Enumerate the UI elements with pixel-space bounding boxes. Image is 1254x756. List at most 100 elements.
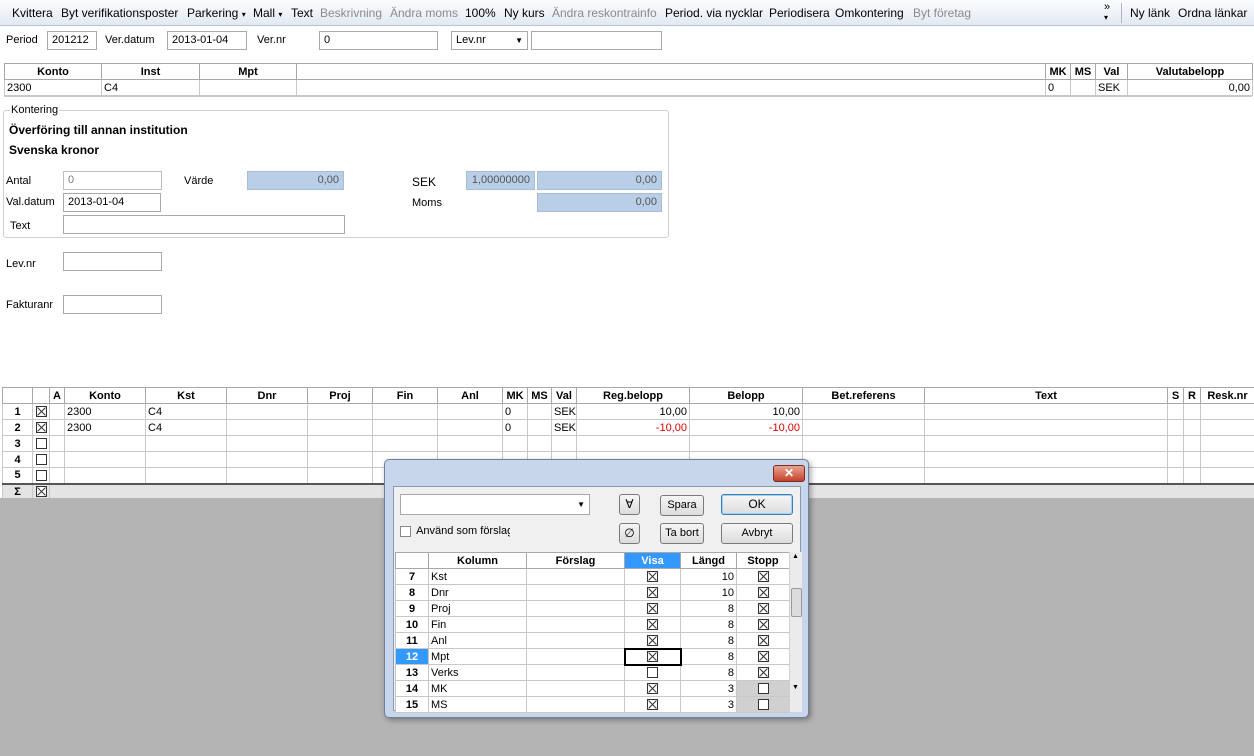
vernr-field[interactable]: 0: [319, 31, 438, 50]
cell-stopp[interactable]: [736, 648, 790, 665]
cell-proj[interactable]: [307, 403, 373, 420]
toolbar-text[interactable]: Text: [291, 6, 313, 20]
col-val[interactable]: Val: [551, 387, 577, 404]
verdatum-field[interactable]: 2013-01-04: [167, 31, 247, 50]
close-button[interactable]: ✕: [773, 465, 805, 482]
cell-a[interactable]: [49, 403, 65, 420]
cell-r[interactable]: [1183, 419, 1201, 436]
cell-anl[interactable]: [437, 419, 503, 436]
scroll-down-icon[interactable]: ▼: [792, 684, 799, 691]
period-field[interactable]: 201212: [47, 31, 97, 50]
cell-forslag[interactable]: [526, 584, 625, 601]
toolbar-periodisera[interactable]: Periodisera: [769, 6, 830, 20]
row-checkbox[interactable]: [32, 451, 50, 468]
row-number[interactable]: 1: [2, 403, 33, 420]
select-all-button[interactable]: ∀: [619, 494, 640, 515]
col-inst[interactable]: Inst: [101, 63, 200, 80]
select-none-button[interactable]: ∅: [619, 523, 640, 544]
cell-betreferens[interactable]: [802, 419, 925, 436]
spara-button[interactable]: Spara: [660, 495, 704, 516]
col-mk[interactable]: MK: [502, 387, 528, 404]
col-konto[interactable]: Konto: [4, 63, 102, 80]
cell-inst[interactable]: C4: [101, 79, 200, 96]
cell-mk[interactable]: 0: [502, 419, 528, 436]
levnr-select[interactable]: Lev.nr ▼: [451, 31, 528, 50]
cell-ms[interactable]: [1070, 79, 1096, 96]
levnr-value-field[interactable]: [531, 31, 662, 50]
cell-forslag[interactable]: [526, 664, 625, 681]
row-checkbox[interactable]: [32, 435, 50, 452]
col-langd[interactable]: Längd: [680, 552, 737, 569]
cell-mk[interactable]: 0: [1045, 79, 1071, 96]
cell-fin[interactable]: [372, 419, 438, 436]
cell-resknr[interactable]: [1200, 419, 1254, 436]
cell-belopp[interactable]: 10,00: [689, 403, 803, 420]
cell-forslag[interactable]: [526, 680, 625, 697]
col-valutabelopp[interactable]: Valutabelopp: [1127, 63, 1253, 80]
cell-val[interactable]: SEK: [551, 419, 577, 436]
avbryt-button[interactable]: Avbryt: [721, 523, 793, 544]
col-ms[interactable]: MS: [527, 387, 552, 404]
cell-konto[interactable]: 2300: [64, 419, 146, 436]
col-konto[interactable]: Konto: [64, 387, 146, 404]
cell-stopp[interactable]: [736, 616, 790, 633]
cell-forslag[interactable]: [526, 600, 625, 617]
cell-text[interactable]: [924, 419, 1168, 436]
col-text[interactable]: Text: [924, 387, 1168, 404]
col-kst[interactable]: Kst: [145, 387, 227, 404]
link-ny-lank[interactable]: Ny länk: [1130, 6, 1170, 20]
col-s[interactable]: S: [1167, 387, 1184, 404]
cell-s[interactable]: [1167, 403, 1184, 420]
col-stopp[interactable]: Stopp: [736, 552, 790, 569]
cell-ms[interactable]: [527, 403, 552, 420]
cell-stopp[interactable]: [736, 696, 790, 713]
cell-stopp[interactable]: [736, 600, 790, 617]
ok-button[interactable]: OK: [721, 494, 793, 515]
col-visa[interactable]: Visa: [624, 552, 681, 569]
cell-konto[interactable]: 2300: [4, 79, 102, 96]
cell-forslag[interactable]: [526, 648, 625, 665]
col-forslag[interactable]: Förslag: [526, 552, 625, 569]
row-checkbox[interactable]: [32, 419, 50, 436]
row-number[interactable]: 12: [395, 648, 429, 665]
col-ms[interactable]: MS: [1070, 63, 1096, 80]
cell-dnr[interactable]: [226, 403, 308, 420]
row-number[interactable]: 5: [2, 467, 33, 484]
col-betreferens[interactable]: Bet.referens: [802, 387, 925, 404]
cell-betreferens[interactable]: [802, 403, 925, 420]
cell-forslag[interactable]: [526, 696, 625, 713]
col-resknr[interactable]: Resk.nr: [1200, 387, 1254, 404]
vertical-scrollbar[interactable]: ▲ ▼: [789, 552, 802, 712]
cell-langd[interactable]: 8: [680, 600, 737, 617]
col-kolumn[interactable]: Kolumn: [428, 552, 527, 569]
cell-forslag[interactable]: [526, 616, 625, 633]
cell-valutabelopp[interactable]: 0,00: [1127, 79, 1253, 96]
cell-mk[interactable]: 0: [502, 403, 528, 420]
toolbar-omkontering[interactable]: Omkontering: [835, 6, 904, 20]
scroll-up-icon[interactable]: ▲: [792, 553, 799, 560]
row-checkbox[interactable]: [32, 467, 50, 484]
col-a[interactable]: A: [49, 387, 65, 404]
cell-langd[interactable]: 8: [680, 616, 737, 633]
cell-stopp[interactable]: [736, 680, 790, 697]
col-mpt[interactable]: Mpt: [199, 63, 297, 80]
text-field[interactable]: [63, 215, 345, 234]
cell-konto[interactable]: 2300: [64, 403, 146, 420]
levnr-field[interactable]: [63, 252, 162, 271]
cell-val[interactable]: SEK: [551, 403, 577, 420]
cell-dnr[interactable]: [226, 419, 308, 436]
toolbar-period-via-nycklar[interactable]: Period. via nycklar: [665, 6, 763, 20]
cell-r[interactable]: [1183, 403, 1201, 420]
fakturanr-field[interactable]: [63, 295, 162, 314]
cell-langd[interactable]: 3: [680, 696, 737, 713]
row-number[interactable]: 4: [2, 451, 33, 468]
toolbar-parkering[interactable]: Parkering ▾: [187, 6, 246, 20]
col-dnr[interactable]: Dnr: [226, 387, 308, 404]
cell-kst[interactable]: C4: [145, 419, 227, 436]
cell-val[interactable]: SEK: [1095, 79, 1128, 96]
cell-langd[interactable]: 8: [680, 664, 737, 681]
cell-visa[interactable]: [624, 568, 681, 585]
cell-resknr[interactable]: [1200, 403, 1254, 420]
cell-regbelopp[interactable]: 10,00: [576, 403, 690, 420]
row-number[interactable]: 7: [395, 568, 429, 585]
